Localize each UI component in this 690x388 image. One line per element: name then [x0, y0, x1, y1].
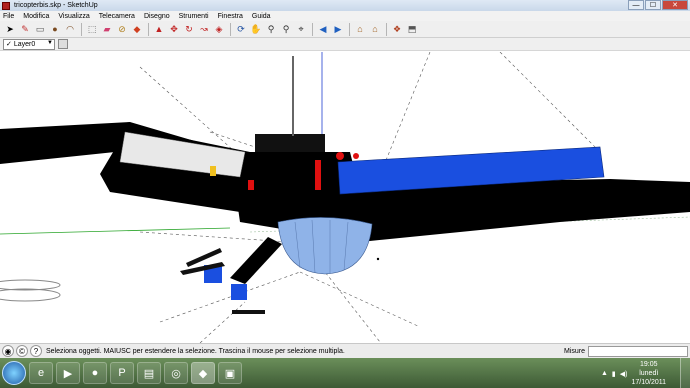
circle-icon[interactable]: ●: [48, 22, 62, 36]
volume-icon[interactable]: ◀): [620, 370, 628, 378]
model-scene: [0, 52, 690, 343]
pencil-line-icon[interactable]: ✎: [18, 22, 32, 36]
sketchup-icon[interactable]: ◆: [191, 362, 215, 384]
motor-blue: [231, 284, 247, 300]
clock[interactable]: 19:05 lunedì 17/10/2011: [631, 360, 666, 387]
tape-measure-icon[interactable]: ⊘: [115, 22, 129, 36]
current-layer-label: Layer0: [13, 40, 36, 48]
push-pull-icon[interactable]: ▲: [152, 22, 166, 36]
red-standoff: [248, 180, 254, 190]
show-desktop-button[interactable]: [680, 358, 690, 388]
make-component-icon[interactable]: ⬚: [85, 22, 99, 36]
status-bar: ◉ © ? Seleziona oggetti. MAIUSC per este…: [0, 343, 690, 358]
window-title: tricopterbis.skp - SketchUp: [14, 2, 98, 9]
geo-location-icon[interactable]: ◉: [2, 345, 14, 357]
menu-visualizza[interactable]: Visualizza: [58, 13, 89, 20]
zoom-icon[interactable]: ⚲: [264, 22, 278, 36]
pan-icon[interactable]: ✋: [249, 22, 263, 36]
powerpoint-icon[interactable]: P: [110, 362, 134, 384]
app-icon[interactable]: ▣: [218, 362, 242, 384]
cursor-dot: [376, 257, 380, 261]
rotate-icon[interactable]: ↻: [182, 22, 196, 36]
layer-dropdown[interactable]: ✓ Layer0 ▼: [3, 38, 55, 50]
layer-manager-button[interactable]: [58, 39, 68, 49]
menu-disegno[interactable]: Disegno: [144, 13, 170, 20]
propeller-blade: [232, 310, 265, 314]
3d-warehouse-share-icon[interactable]: ⌂: [368, 22, 382, 36]
menu-modifica[interactable]: Modifica: [23, 13, 49, 20]
zoom-extents-icon[interactable]: ⌖: [294, 22, 308, 36]
next-view-icon[interactable]: ▶: [331, 22, 345, 36]
orbit-icon[interactable]: ⟳: [234, 22, 248, 36]
main-toolbar: ➤ ✎ ▭ ● ◠ ⬚ ▰ ⊘ ◆ ▲ ✥ ↻ ↝ ◈ ⟳ ✋ ⚲ ⚲ ⌖ ◀ …: [0, 21, 690, 38]
model-viewport[interactable]: [0, 52, 690, 343]
media-player-icon[interactable]: ▶: [56, 362, 80, 384]
move-icon[interactable]: ✥: [167, 22, 181, 36]
help-icon[interactable]: ?: [30, 345, 42, 357]
menu-strumenti[interactable]: Strumenti: [179, 13, 209, 20]
follow-me-icon[interactable]: ↝: [197, 22, 211, 36]
chrome-icon[interactable]: ◎: [164, 362, 188, 384]
clock-time: 19:05: [639, 361, 658, 368]
toolbar-separator: [312, 22, 313, 36]
toolbar-separator: [386, 22, 387, 36]
folder-icon[interactable]: ▤: [137, 362, 161, 384]
green-axis: [0, 227, 231, 235]
offset-icon[interactable]: ◈: [212, 22, 226, 36]
start-button[interactable]: [2, 361, 26, 385]
zoom-window-icon[interactable]: ⚲: [279, 22, 293, 36]
menu-finestra[interactable]: Finestra: [218, 13, 243, 20]
title-bar: tricopterbis.skp - SketchUp — ☐ ✕: [0, 0, 690, 11]
toolbar-separator: [148, 22, 149, 36]
paint-bucket-icon[interactable]: ◆: [130, 22, 144, 36]
windows-taskbar: e ▶ ● P ▤ ◎ ◆ ▣ ▲ ▮ ◀) 19:05 lunedì 17/1…: [0, 358, 690, 388]
share-component-icon[interactable]: ⬒: [405, 22, 419, 36]
menu-file[interactable]: File: [3, 13, 14, 20]
get-models-icon[interactable]: ❖: [390, 22, 404, 36]
red-knob: [353, 153, 359, 159]
measurements-label: Misure: [564, 347, 586, 355]
clock-date: 17/10/2011: [631, 379, 666, 386]
clock-day: lunedì: [639, 370, 659, 377]
toolbar-separator: [230, 22, 231, 36]
rectangle-icon[interactable]: ▭: [33, 22, 47, 36]
sketchup-app-icon: [2, 1, 10, 10]
3d-warehouse-get-icon[interactable]: ⌂: [353, 22, 367, 36]
arc-icon[interactable]: ◠: [63, 22, 77, 36]
firefox-icon[interactable]: ●: [83, 362, 107, 384]
toolbar-separator: [349, 22, 350, 36]
red-knob: [336, 152, 344, 160]
chevron-down-icon: ▼: [47, 39, 53, 46]
camera-dome: [277, 217, 373, 275]
red-standoff: [315, 160, 321, 190]
measurements-field[interactable]: [588, 346, 688, 357]
tray-arrow-icon[interactable]: ▲: [601, 370, 608, 377]
menu-guida[interactable]: Guida: [252, 13, 271, 20]
credits-icon[interactable]: ©: [16, 345, 28, 357]
system-tray: ▲ ▮ ◀) 19:05 lunedì 17/10/2011: [601, 360, 666, 387]
menu-telecamera[interactable]: Telecamera: [99, 13, 135, 20]
toolbar-separator: [81, 22, 82, 36]
maximize-button[interactable]: ☐: [645, 0, 661, 10]
minimize-button[interactable]: —: [628, 0, 644, 10]
previous-view-icon[interactable]: ◀: [316, 22, 330, 36]
layer-check-icon: ✓: [6, 41, 12, 48]
left-landing-gear: [0, 279, 61, 302]
eraser-icon[interactable]: ▰: [100, 22, 114, 36]
explorer-icon[interactable]: e: [29, 362, 53, 384]
select-arrow-icon[interactable]: ➤: [3, 22, 17, 36]
lower-arm: [230, 237, 282, 284]
status-hint: Seleziona oggetti. MAIUSC per estendere …: [46, 347, 345, 355]
network-icon[interactable]: ▮: [612, 370, 616, 378]
layers-toolbar: ✓ Layer0 ▼: [0, 38, 690, 51]
menu-bar: File Modifica Visualizza Telecamera Dise…: [0, 11, 690, 21]
close-button[interactable]: ✕: [662, 0, 688, 10]
window-controls: — ☐ ✕: [628, 0, 688, 10]
yellow-part: [210, 166, 216, 176]
